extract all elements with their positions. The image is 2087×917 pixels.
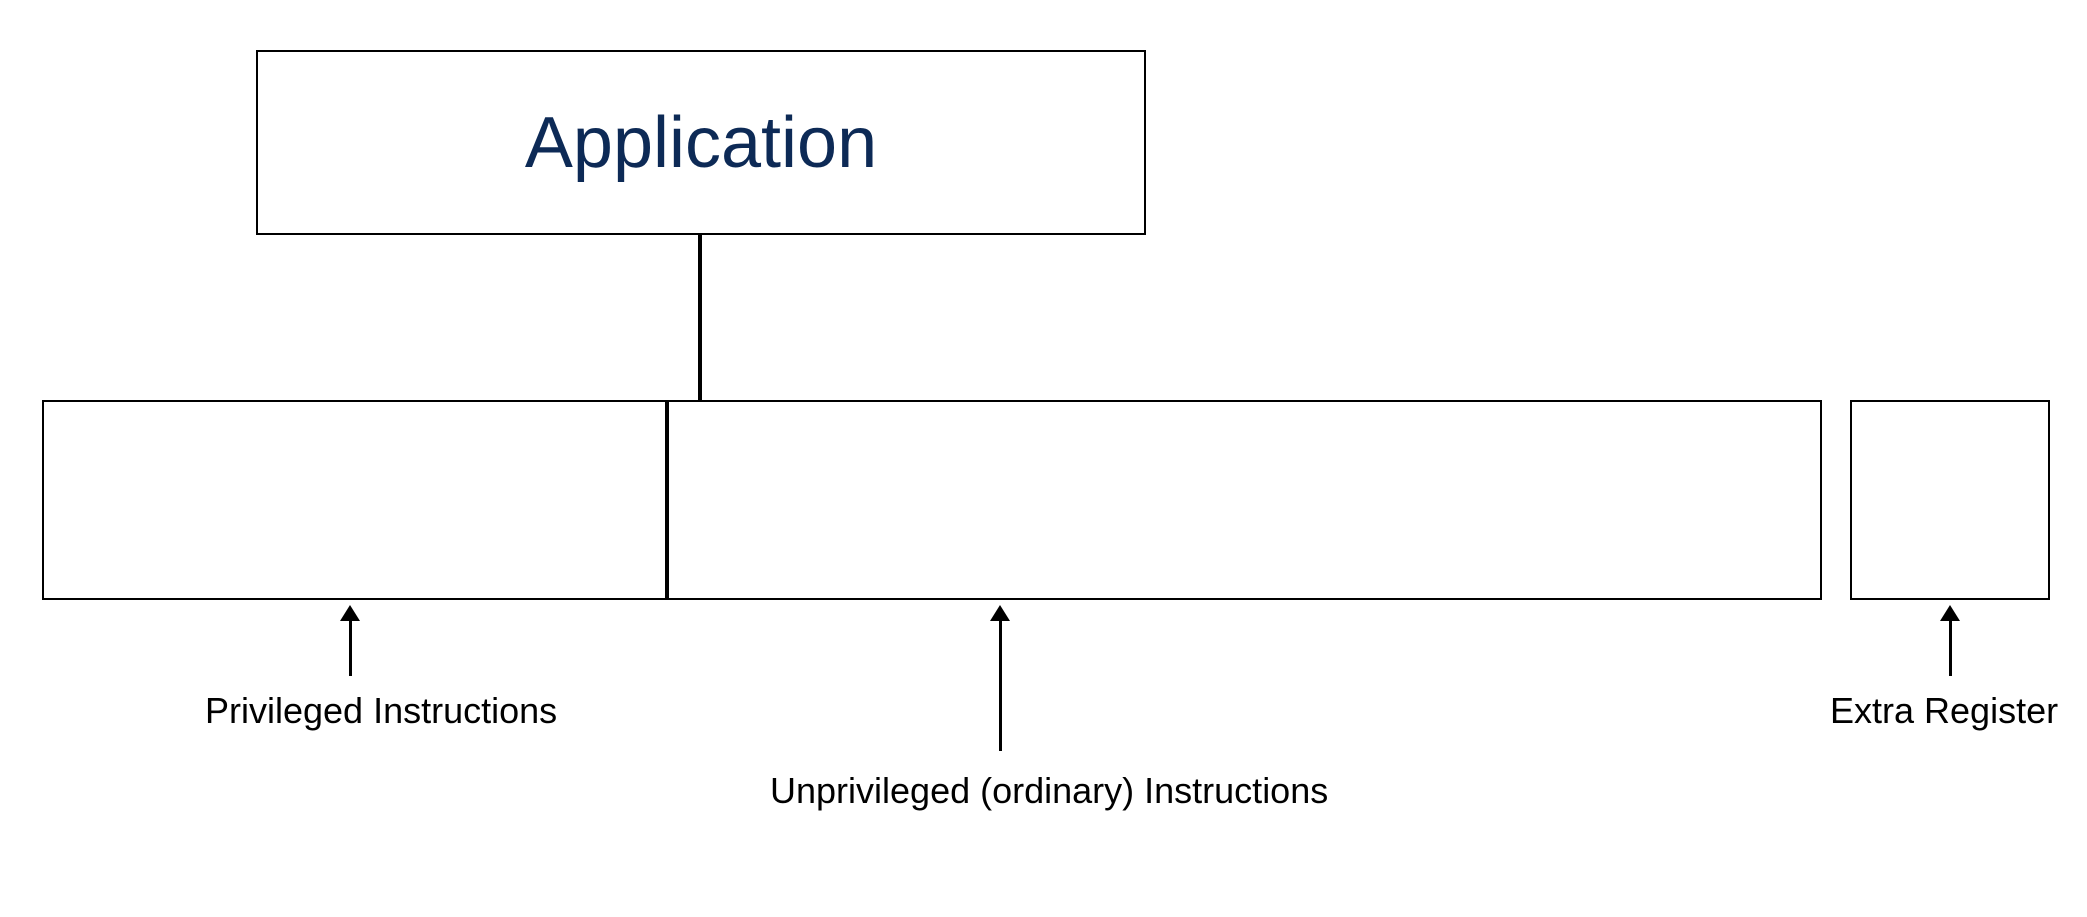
hardware-box: [42, 400, 1822, 600]
label-privileged: Privileged Instructions: [205, 690, 557, 732]
label-unprivileged: Unprivileged (ordinary) Instructions: [770, 770, 1328, 812]
hardware-divider: [665, 400, 669, 600]
arrow-extra: [1940, 605, 1960, 676]
arrow-shaft: [349, 621, 352, 676]
label-extra: Extra Register: [1830, 690, 2058, 732]
arrow-unprivileged: [990, 605, 1010, 751]
arrow-privileged: [340, 605, 360, 676]
arrow-shaft: [999, 621, 1002, 751]
arrow-head-icon: [990, 605, 1010, 621]
connector-line: [698, 235, 702, 400]
application-label: Application: [525, 102, 877, 184]
arrow-head-icon: [340, 605, 360, 621]
arrow-shaft: [1949, 621, 1952, 676]
extra-register-box: [1850, 400, 2050, 600]
application-box: Application: [256, 50, 1146, 235]
arrow-head-icon: [1940, 605, 1960, 621]
